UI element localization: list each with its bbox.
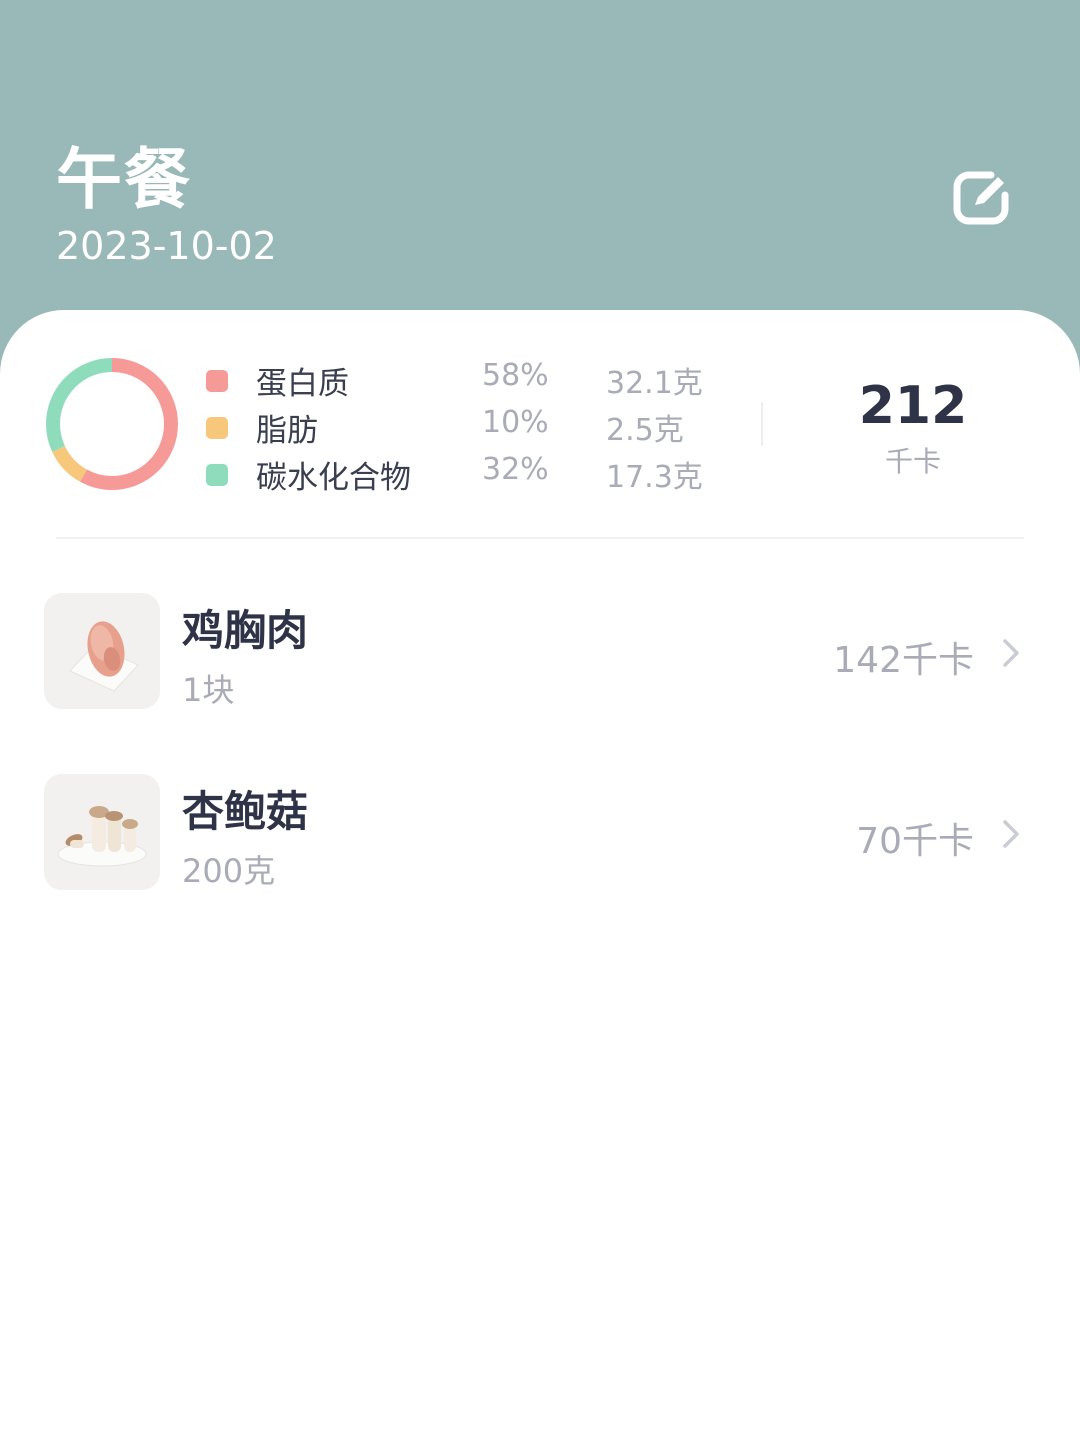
macro-name: 蛋白质 [256,366,349,402]
macro-grams: 17.3克 [606,460,703,495]
food-item-chicken[interactable]: 鸡胸肉 1块 142千卡 [0,593,1080,723]
macro-donut-chart [46,358,178,490]
macro-name: 碳水化合物 [256,460,411,496]
meal-date: 2023-10-02 [56,224,277,268]
edit-button[interactable] [944,160,1020,236]
carbs-color-dot [206,464,228,486]
macro-grams: 2.5克 [606,413,684,448]
summary-divider [56,537,1024,539]
food-kcal: 142千卡 [833,640,974,681]
total-kcal-unit: 千卡 [884,445,941,478]
meal-title: 午餐 [56,141,192,218]
macro-row-carbs: 碳水化合物 32% 17.3克 [204,452,724,496]
chicken-breast-photo [44,593,160,709]
food-name: 杏鲍菇 [182,787,309,836]
fat-color-dot [206,417,228,439]
food-kcal: 70千卡 [856,821,974,862]
macro-row-protein: 蛋白质 58% 32.1克 [204,358,724,402]
header: 午餐 2023-10-02 [0,0,1080,360]
macro-percent: 58% [482,358,549,393]
food-name: 鸡胸肉 [182,606,309,655]
king-oyster-mushroom-photo [44,774,160,890]
macro-percent: 32% [482,452,549,487]
food-amount: 1块 [182,671,235,709]
edit-icon [953,171,1009,225]
chevron-right-icon [1003,820,1019,848]
food-item-mushroom[interactable]: 杏鲍菇 200克 70千卡 [0,774,1080,904]
food-amount: 200克 [182,852,276,890]
chevron-right-icon [1003,639,1019,667]
macro-percent: 10% [482,405,549,440]
protein-color-dot [206,370,228,392]
macro-row-fat: 脂肪 10% 2.5克 [204,405,724,449]
macro-name: 脂肪 [256,413,318,449]
total-kcal: 212 [858,376,968,436]
vertical-divider [761,402,763,446]
macro-grams: 32.1克 [606,366,703,401]
